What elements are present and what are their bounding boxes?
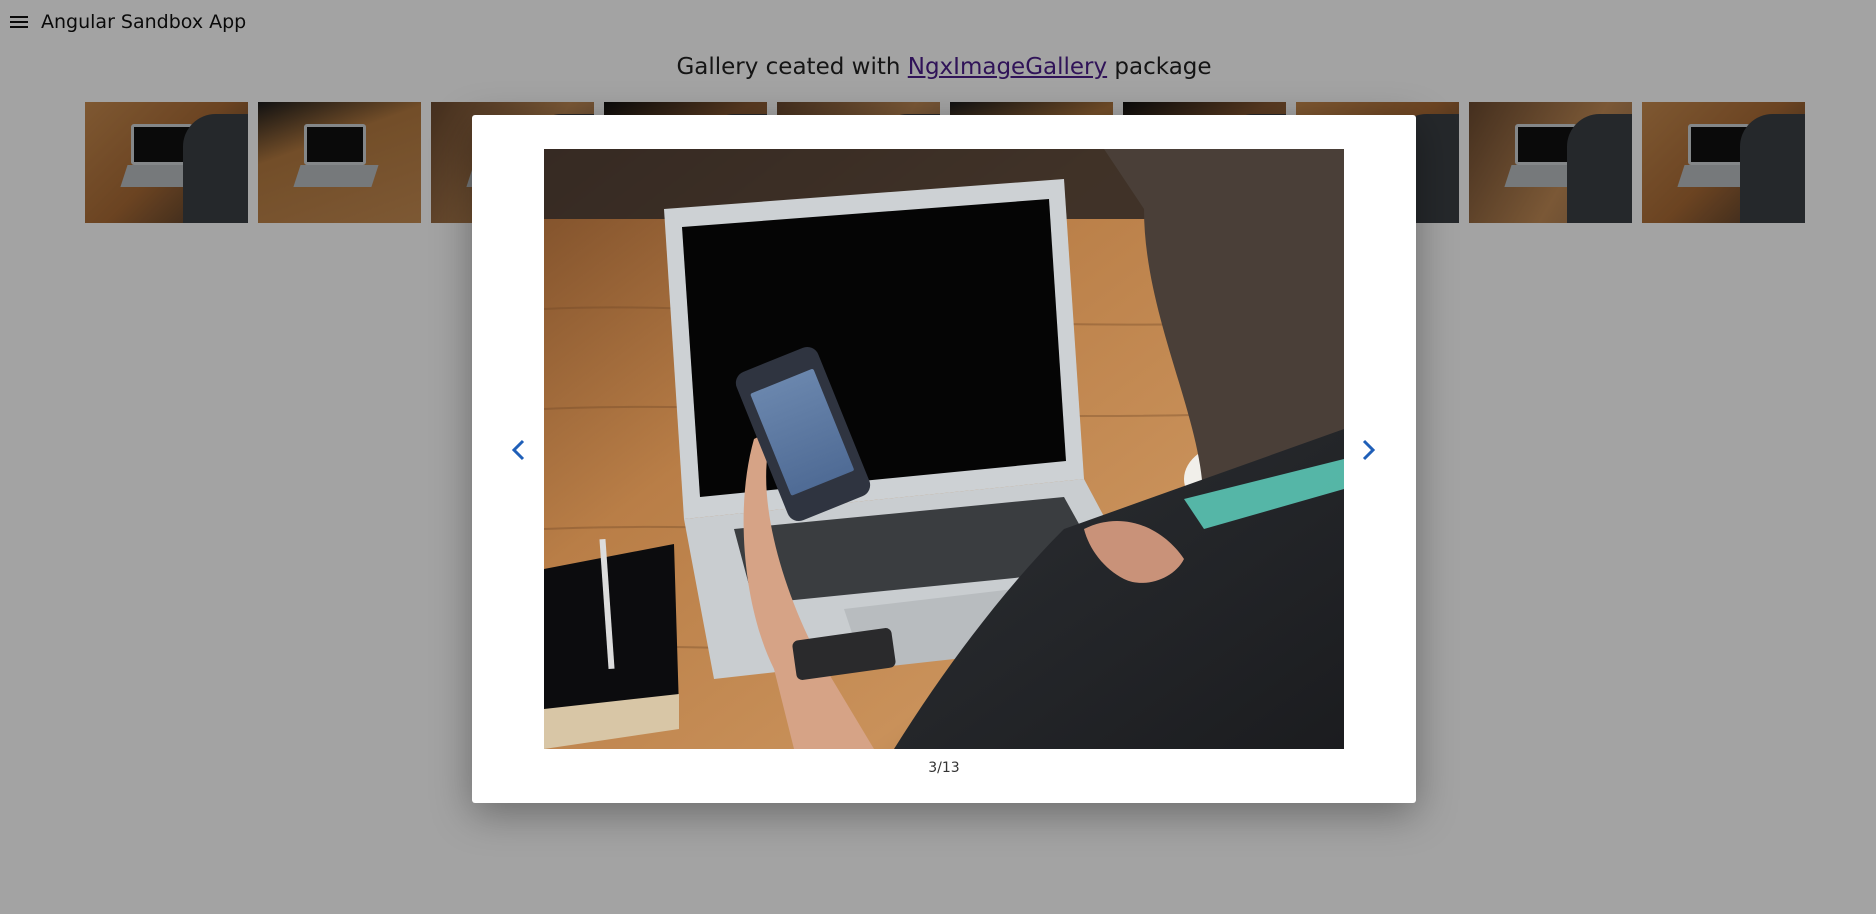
photo-laptop-phone [544, 149, 1344, 749]
previous-image-button[interactable] [505, 430, 533, 470]
main-image [544, 149, 1344, 749]
image-counter: 3/13 [928, 760, 960, 776]
chevron-left-icon [511, 439, 525, 461]
chevron-right-icon [1362, 439, 1376, 461]
next-image-button[interactable] [1354, 430, 1382, 470]
page: Angular Sandbox App Gallery ceated with … [0, 0, 1876, 914]
